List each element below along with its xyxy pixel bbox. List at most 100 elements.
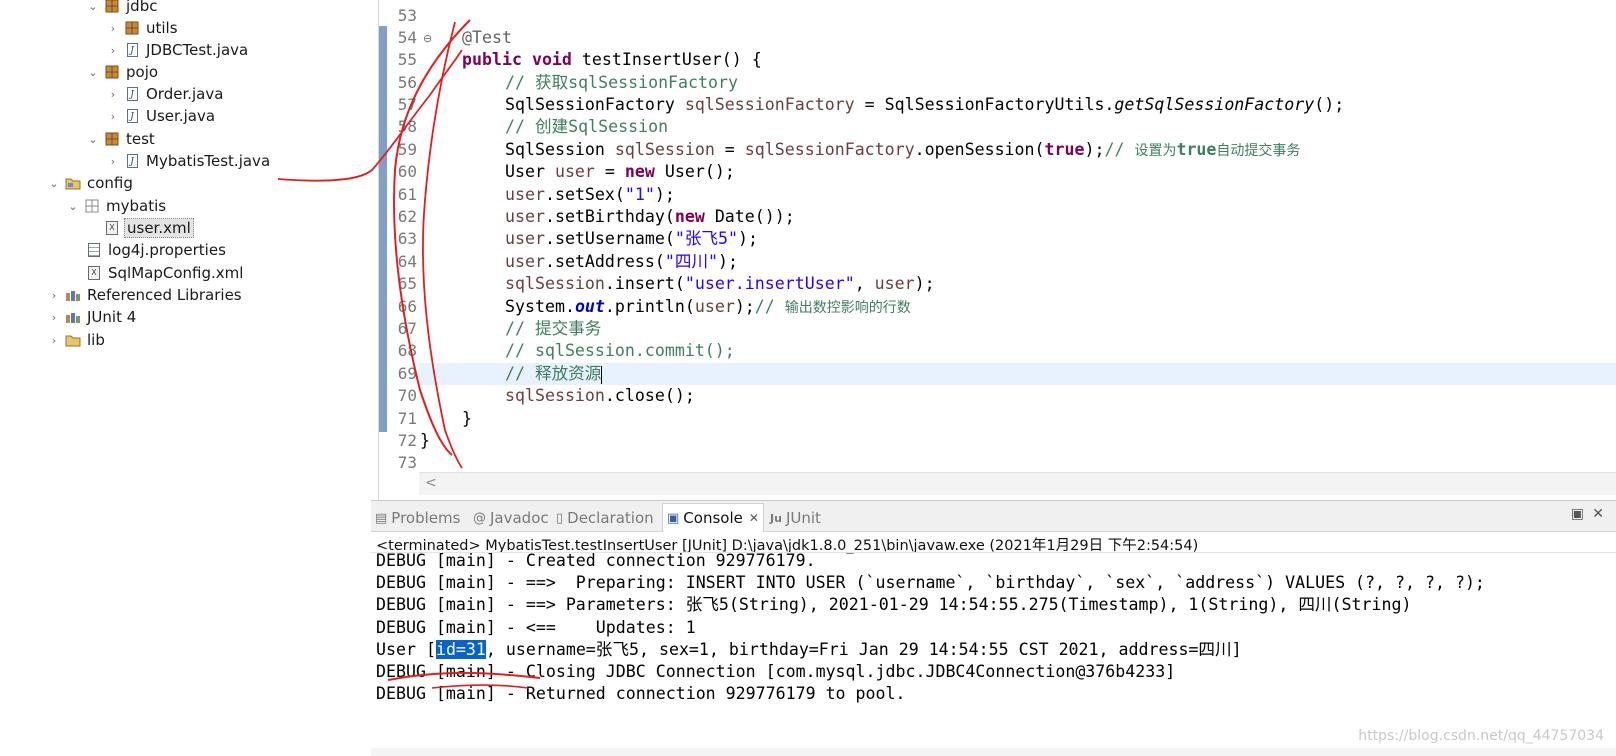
code-token: .setSex( bbox=[544, 185, 625, 204]
code-token: } bbox=[420, 431, 430, 450]
line-number: 60 bbox=[397, 162, 417, 181]
expanded-chevron-icon[interactable]: ⌄ bbox=[86, 133, 100, 146]
remove-launch-icon[interactable]: ✕ bbox=[1592, 506, 1604, 522]
line-number: 59 bbox=[397, 140, 417, 159]
tree-item-junit4[interactable]: › JUnit 4 bbox=[47, 306, 138, 328]
tree-item-sqlmapconfig[interactable]: X SqlMapConfig.xml bbox=[86, 262, 245, 284]
console-text: User [ bbox=[376, 640, 436, 659]
code-line-67: // 提交事务 bbox=[505, 318, 601, 340]
line-number: 69 bbox=[397, 364, 417, 383]
folder-icon bbox=[65, 332, 81, 348]
comment-token: // 提交事务 bbox=[505, 319, 602, 338]
tree-item-order[interactable]: › J Order.java bbox=[106, 83, 225, 105]
code-token: .insert( bbox=[604, 274, 685, 293]
string-token: "四川" bbox=[664, 252, 719, 271]
variable-token: user bbox=[505, 229, 545, 248]
expanded-chevron-icon[interactable]: ⌄ bbox=[66, 200, 80, 213]
tree-item-log4j[interactable]: log4j.properties bbox=[86, 239, 228, 261]
tree-item-utils[interactable]: › utils bbox=[106, 17, 180, 39]
tab-javadoc[interactable]: @ Javadoc bbox=[473, 507, 549, 529]
tree-item-jdbctest[interactable]: › J JDBCTest.java bbox=[106, 39, 250, 61]
variable-token: sqlSessionFactory bbox=[744, 140, 915, 159]
code-token: ); bbox=[654, 185, 675, 204]
console-line: DEBUG [main] - Returned connection 92977… bbox=[376, 684, 906, 703]
tree-item-config[interactable]: ⌄ config bbox=[47, 172, 135, 194]
line-number: 63 bbox=[397, 229, 417, 248]
tree-item-lib[interactable]: › lib bbox=[47, 329, 107, 351]
code-line-69-current[interactable]: // 释放资源 bbox=[419, 363, 1616, 385]
declaration-icon: ▯ bbox=[556, 510, 564, 526]
keyword-token: void bbox=[531, 50, 572, 69]
collapsed-chevron-icon[interactable]: › bbox=[106, 88, 120, 101]
line-number: 62 bbox=[397, 207, 417, 226]
code-token: = SqlSessionFactoryUtils. bbox=[854, 95, 1115, 114]
line-number: 61 bbox=[397, 185, 417, 204]
library-icon bbox=[65, 309, 81, 325]
code-line-60: User user = new User(); bbox=[505, 161, 735, 183]
tab-declaration[interactable]: ▯ Declaration bbox=[556, 507, 654, 529]
string-token: "user.insertUser" bbox=[684, 274, 855, 293]
code-token: (); bbox=[1314, 95, 1345, 114]
code-editor[interactable]: 53 54 55 56 57 58 59 60 61 62 63 64 65 6… bbox=[379, 0, 1616, 495]
collapsed-chevron-icon[interactable]: › bbox=[47, 334, 61, 347]
code-token: .setUsername( bbox=[544, 229, 675, 248]
scroll-left-icon[interactable]: < bbox=[425, 475, 437, 491]
tree-item-mybatis[interactable]: ⌄ mybatis bbox=[66, 195, 168, 217]
terminate-icon[interactable]: ▣ bbox=[1571, 506, 1584, 522]
java-file-icon: J bbox=[124, 153, 140, 169]
variable-token: user bbox=[694, 297, 735, 316]
horizontal-scrollbar[interactable]: < bbox=[419, 472, 1616, 495]
code-token: = bbox=[594, 162, 625, 181]
comment-token: 自动提交事务 bbox=[1216, 143, 1301, 159]
collapsed-chevron-icon[interactable]: › bbox=[106, 155, 120, 168]
tree-item-test[interactable]: ⌄ test bbox=[86, 128, 157, 150]
line-number: 68 bbox=[397, 341, 417, 360]
code-token: testInsertUser() { bbox=[571, 50, 762, 69]
code-token: = bbox=[714, 140, 745, 159]
tree-item-mybatistest[interactable]: › J MybatisTest.java bbox=[106, 150, 272, 172]
line-number: 70 bbox=[397, 386, 417, 405]
code-token: ); bbox=[738, 229, 758, 248]
code-token: ); bbox=[914, 274, 935, 293]
collapsed-chevron-icon[interactable]: › bbox=[106, 110, 120, 123]
tree-item-label: Order.java bbox=[146, 85, 224, 103]
package-icon bbox=[104, 131, 120, 147]
close-tab-icon[interactable]: ✕ bbox=[749, 511, 759, 525]
code-token: User bbox=[505, 162, 555, 181]
keyword-token: new bbox=[674, 207, 705, 226]
variable-token: user bbox=[874, 274, 915, 293]
tree-item-referenced-libraries[interactable]: › Referenced Libraries bbox=[47, 284, 244, 306]
selected-text[interactable]: id=31 bbox=[435, 640, 486, 659]
collapsed-chevron-icon[interactable]: › bbox=[106, 22, 120, 35]
console-view: ▤ Problems @ Javadoc ▯ Declaration ▣ Con… bbox=[371, 500, 1616, 756]
tree-item-user[interactable]: › J User.java bbox=[106, 105, 217, 127]
comment-token: // 创建SqlSession bbox=[505, 117, 669, 136]
code-line-65: sqlSession.insert("user.insertUser", use… bbox=[505, 273, 935, 295]
code-line-61: user.setSex("1"); bbox=[505, 184, 675, 206]
watermark: https://blog.csdn.net/qq_44757034 bbox=[1358, 728, 1604, 744]
code-line-64: user.setAddress("四川"); bbox=[505, 251, 738, 273]
collapsed-chevron-icon[interactable]: › bbox=[47, 289, 61, 302]
field-token: out bbox=[574, 297, 605, 316]
tree-item-label: utils bbox=[146, 19, 178, 37]
tree-item-user-xml[interactable]: X user.xml bbox=[104, 217, 194, 239]
collapsed-chevron-icon[interactable]: › bbox=[47, 311, 61, 324]
expanded-chevron-icon[interactable]: ⌄ bbox=[86, 0, 100, 13]
tab-problems[interactable]: ▤ Problems bbox=[375, 507, 460, 529]
tab-junit[interactable]: Ju JUnit bbox=[770, 507, 821, 529]
string-token: "张飞5" bbox=[674, 229, 739, 248]
expanded-chevron-icon[interactable]: ⌄ bbox=[86, 66, 100, 79]
comment-token: // bbox=[754, 297, 785, 316]
code-line-54: @Test bbox=[462, 27, 512, 49]
string-token: "1" bbox=[624, 185, 655, 204]
variable-token: user bbox=[505, 252, 545, 271]
tab-console[interactable]: ▣ Console ✕ bbox=[662, 503, 764, 532]
fold-toggle-icon[interactable]: ⊖ bbox=[423, 32, 432, 45]
console-text: , username=张飞5, sex=1, birthday=Fri Jan … bbox=[485, 640, 1242, 659]
collapsed-chevron-icon[interactable]: › bbox=[106, 44, 120, 57]
tree-item-pojo[interactable]: ⌄ pojo bbox=[86, 61, 160, 83]
annotation-token: @Test bbox=[462, 28, 512, 47]
code-token: User(); bbox=[654, 162, 735, 181]
expanded-chevron-icon[interactable]: ⌄ bbox=[47, 177, 61, 190]
tree-item-jdbc[interactable]: ⌄ jdbc bbox=[86, 0, 159, 17]
